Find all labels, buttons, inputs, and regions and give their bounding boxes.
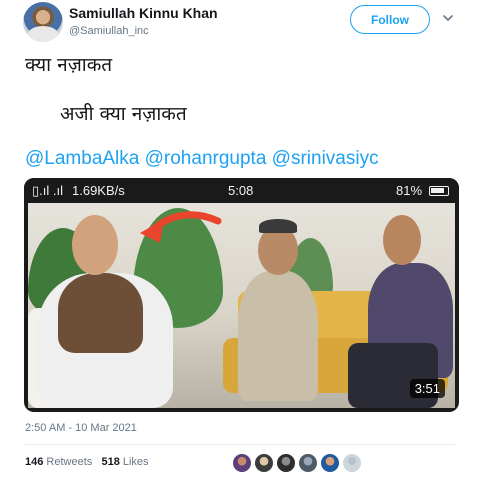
video-duration-badge: 3:51 <box>409 379 445 398</box>
retweets-label[interactable]: Retweets <box>46 456 92 468</box>
tweet-mentions: @LambaAlka @rohanrgupta @srinivasiyc <box>25 148 379 170</box>
liker-avatar[interactable] <box>232 453 252 473</box>
author-handle[interactable]: @Samiullah_inc <box>69 25 149 37</box>
liker-avatar[interactable] <box>342 453 362 473</box>
battery-icon <box>429 186 449 196</box>
liker-avatar[interactable] <box>320 453 340 473</box>
tweet-text-line-1: क्या नज़ाकत <box>25 54 113 76</box>
chevron-down-icon[interactable] <box>441 11 455 25</box>
retweets-count[interactable]: 146 <box>25 456 43 468</box>
liker-avatar[interactable] <box>298 453 318 473</box>
likes-label[interactable]: Likes <box>123 456 149 468</box>
signal-icon: ▯.ıl .ıl <box>32 183 63 198</box>
liker-avatar[interactable] <box>276 453 296 473</box>
man-right-legs <box>348 343 438 408</box>
man-right-head <box>383 215 421 265</box>
man-middle-body <box>238 271 318 401</box>
video-frame: 3:51 <box>28 203 455 408</box>
mention-link[interactable]: @rohanrgupta <box>145 148 267 169</box>
author-avatar[interactable] <box>23 2 63 42</box>
man-middle-cap <box>259 219 297 233</box>
liker-avatar[interactable] <box>254 453 274 473</box>
tweet-stats: 146 Retweets 518 Likes <box>25 456 149 468</box>
red-arrow-icon <box>140 211 222 243</box>
phone-status-bar: ▯.ıl .ıl 1.69KB/s 5:08 81% <box>24 178 459 203</box>
battery-percent: 81% <box>396 183 423 198</box>
man-left-vest <box>58 273 143 353</box>
tweet-text-line-2: अजी क्या नज़ाकत <box>60 103 187 125</box>
tweet-media-screenshot[interactable]: ▯.ıl .ıl 1.69KB/s 5:08 81% 3:51 <box>24 178 459 412</box>
mention-link[interactable]: @srinivasiyc <box>272 148 379 169</box>
mention-link[interactable]: @LambaAlka <box>25 148 139 169</box>
follow-button[interactable]: Follow <box>350 5 430 34</box>
tweet-timestamp[interactable]: 2:50 AM - 10 Mar 2021 <box>25 422 137 434</box>
status-time: 5:08 <box>228 183 254 198</box>
network-speed: 1.69KB/s <box>72 183 125 198</box>
divider <box>25 444 455 445</box>
tweet-header: Samiullah Kinnu Khan @Samiullah_inc Foll… <box>23 2 468 42</box>
man-left-head <box>72 215 118 275</box>
author-name[interactable]: Samiullah Kinnu Khan <box>69 5 218 21</box>
likes-count[interactable]: 518 <box>101 456 119 468</box>
